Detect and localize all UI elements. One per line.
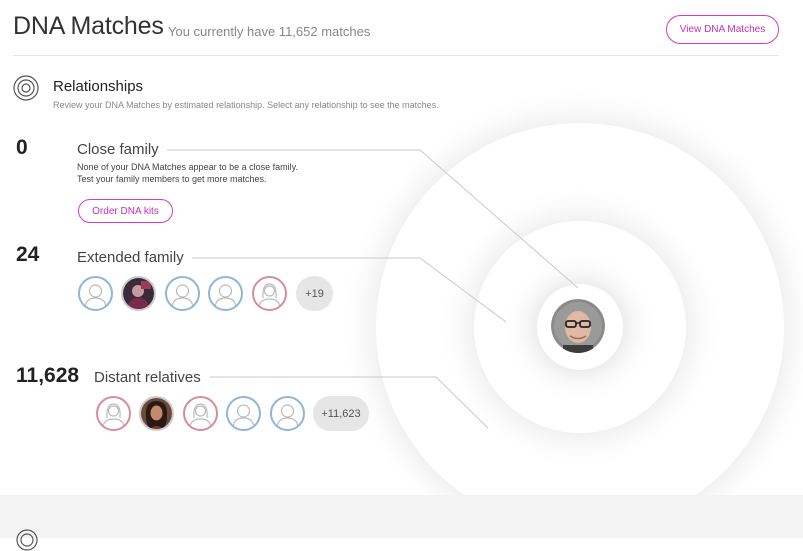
distant-relatives-label[interactable]: Distant relatives <box>94 369 201 386</box>
relationships-title: Relationships <box>53 78 144 95</box>
view-dna-matches-button[interactable]: View DNA Matches <box>666 15 779 44</box>
male-silhouette-avatar[interactable] <box>165 276 200 311</box>
male-silhouette-avatar[interactable] <box>226 396 261 431</box>
target-icon <box>13 75 39 101</box>
distant-relatives-more-count[interactable]: +11,623 <box>313 396 369 431</box>
male-silhouette-avatar[interactable] <box>208 276 243 311</box>
user-avatar <box>551 299 605 353</box>
extended-family-count[interactable]: 24 <box>16 243 39 267</box>
close-family-label[interactable]: Close family <box>77 141 159 158</box>
target-icon <box>16 529 38 551</box>
page-title: DNA Matches <box>13 12 164 40</box>
close-family-count[interactable]: 0 <box>16 136 28 160</box>
match-count-subtitle: You currently have 11,652 matches <box>168 24 371 39</box>
distant-relatives-count[interactable]: 11,628 <box>16 364 79 388</box>
male-silhouette-avatar[interactable] <box>270 396 305 431</box>
relationships-description: Review your DNA Matches by estimated rel… <box>53 100 439 110</box>
match-photo-avatar[interactable] <box>121 276 156 311</box>
close-family-desc-line-2: Test your family members to get more mat… <box>77 174 267 184</box>
close-family-desc-line-1: None of your DNA Matches appear to be a … <box>77 162 298 172</box>
extended-family-more-count[interactable]: +19 <box>296 276 333 311</box>
female-silhouette-avatar[interactable] <box>96 396 131 431</box>
header-divider <box>13 55 779 56</box>
close-family-description: None of your DNA Matches appear to be a … <box>77 161 298 185</box>
match-photo-avatar[interactable] <box>139 396 174 431</box>
female-silhouette-avatar[interactable] <box>252 276 287 311</box>
extended-family-label[interactable]: Extended family <box>77 249 184 266</box>
female-silhouette-avatar[interactable] <box>183 396 218 431</box>
next-section-band <box>0 495 803 551</box>
page-header: DNA Matches You currently have 11,652 ma… <box>0 0 803 56</box>
order-dna-kits-button[interactable]: Order DNA kits <box>78 199 173 223</box>
male-silhouette-avatar[interactable] <box>78 276 113 311</box>
